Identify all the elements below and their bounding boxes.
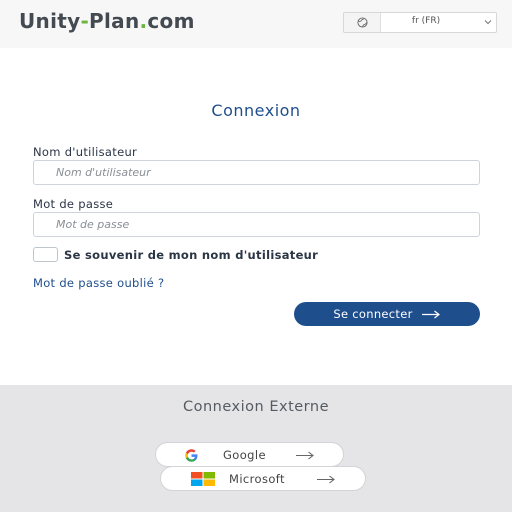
- google-login-button[interactable]: Google: [155, 442, 344, 467]
- external-login-title: Connexion Externe: [183, 399, 329, 415]
- arrow-right-icon: [317, 475, 335, 484]
- language-icon-box: [344, 13, 381, 32]
- header: Unity-Plan.com fr (FR): [0, 0, 512, 48]
- logo-part-1: Unity: [19, 9, 81, 33]
- password-label: Mot de passe: [33, 197, 114, 211]
- arrow-right-icon: [296, 451, 314, 460]
- google-login-label: Google: [223, 448, 266, 462]
- login-button[interactable]: Se connecter: [294, 302, 480, 326]
- arrow-right-icon: [421, 310, 440, 318]
- site-logo[interactable]: Unity-Plan.com: [19, 9, 195, 33]
- microsoft-icon: [191, 472, 215, 486]
- remember-label: Se souvenir de mon nom d'utilisateur: [64, 248, 319, 262]
- microsoft-login-button[interactable]: Microsoft: [160, 466, 366, 491]
- language-select[interactable]: fr (FR): [343, 12, 497, 33]
- login-title: Connexion: [211, 101, 301, 120]
- external-login-section: Connexion Externe Google Microsoft: [0, 385, 512, 512]
- logo-part-2: Plan: [89, 9, 140, 33]
- logo-dash: -: [80, 9, 90, 33]
- remember-checkbox[interactable]: [33, 247, 58, 262]
- username-label: Nom d'utilisateur: [33, 145, 138, 159]
- logo-part-3: com: [147, 9, 195, 33]
- google-icon: [185, 449, 198, 462]
- microsoft-login-label: Microsoft: [229, 472, 285, 486]
- forgot-password-link[interactable]: Mot de passe oublié ?: [33, 276, 164, 290]
- username-input[interactable]: [33, 160, 480, 185]
- password-input[interactable]: [33, 212, 480, 237]
- chevron-down-icon: [484, 20, 492, 25]
- login-button-label: Se connecter: [333, 307, 413, 321]
- globe-icon: [357, 17, 368, 28]
- language-value: fr (FR): [411, 16, 441, 26]
